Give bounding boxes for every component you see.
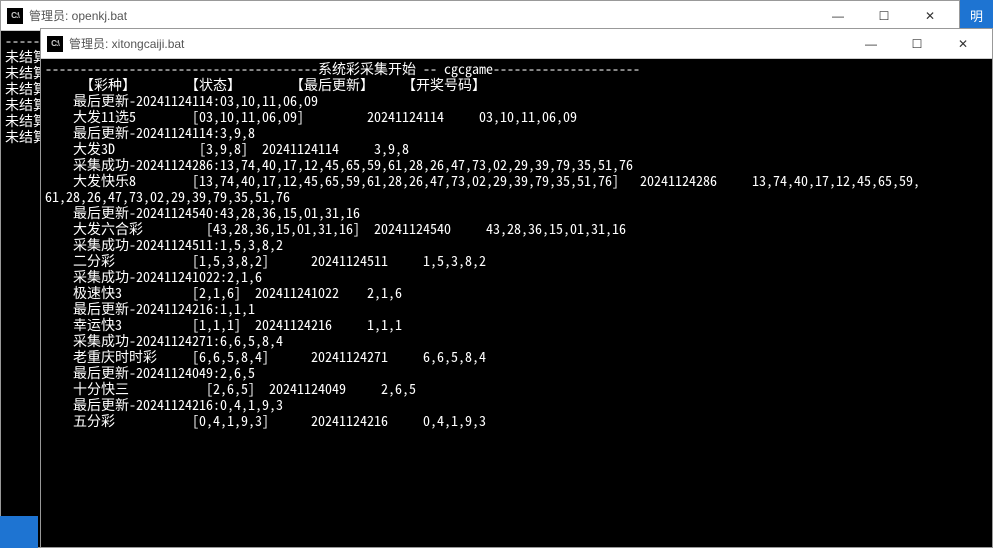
- minimize-button[interactable]: —: [815, 1, 861, 31]
- close-button[interactable]: ✕: [907, 1, 953, 31]
- taskbar-fragment: [0, 516, 38, 548]
- terminal-output-xitongcaiji: ---------------------------------------系…: [41, 59, 992, 547]
- title-file: openkj.bat: [72, 9, 127, 23]
- title-prefix: 管理员:: [29, 9, 72, 23]
- window-controls: — ☐ ✕: [848, 29, 986, 59]
- window-xitongcaiji: C:\ 管理员: xitongcaiji.bat — ☐ ✕ ---------…: [40, 28, 993, 548]
- close-icon: ✕: [925, 9, 935, 23]
- minimize-icon: —: [832, 9, 844, 23]
- background-tag: 明: [960, 0, 993, 30]
- title-prefix: 管理员:: [69, 37, 112, 51]
- maximize-icon: ☐: [879, 9, 890, 23]
- window-title: 管理员: openkj.bat: [29, 7, 815, 24]
- cmd-icon: C:\: [47, 36, 63, 52]
- close-button[interactable]: ✕: [940, 29, 986, 59]
- window-controls: — ☐ ✕: [815, 1, 953, 31]
- title-file: xitongcaiji.bat: [112, 37, 185, 51]
- close-icon: ✕: [958, 37, 968, 51]
- background-tag-label: 明: [970, 6, 983, 25]
- titlebar-openkj[interactable]: C:\ 管理员: openkj.bat — ☐ ✕: [1, 1, 959, 31]
- minimize-icon: —: [865, 37, 877, 51]
- window-title: 管理员: xitongcaiji.bat: [69, 35, 848, 52]
- minimize-button[interactable]: —: [848, 29, 894, 59]
- maximize-icon: ☐: [912, 37, 923, 51]
- maximize-button[interactable]: ☐: [894, 29, 940, 59]
- cmd-icon: C:\: [7, 8, 23, 24]
- titlebar-xitongcaiji[interactable]: C:\ 管理员: xitongcaiji.bat — ☐ ✕: [41, 29, 992, 59]
- maximize-button[interactable]: ☐: [861, 1, 907, 31]
